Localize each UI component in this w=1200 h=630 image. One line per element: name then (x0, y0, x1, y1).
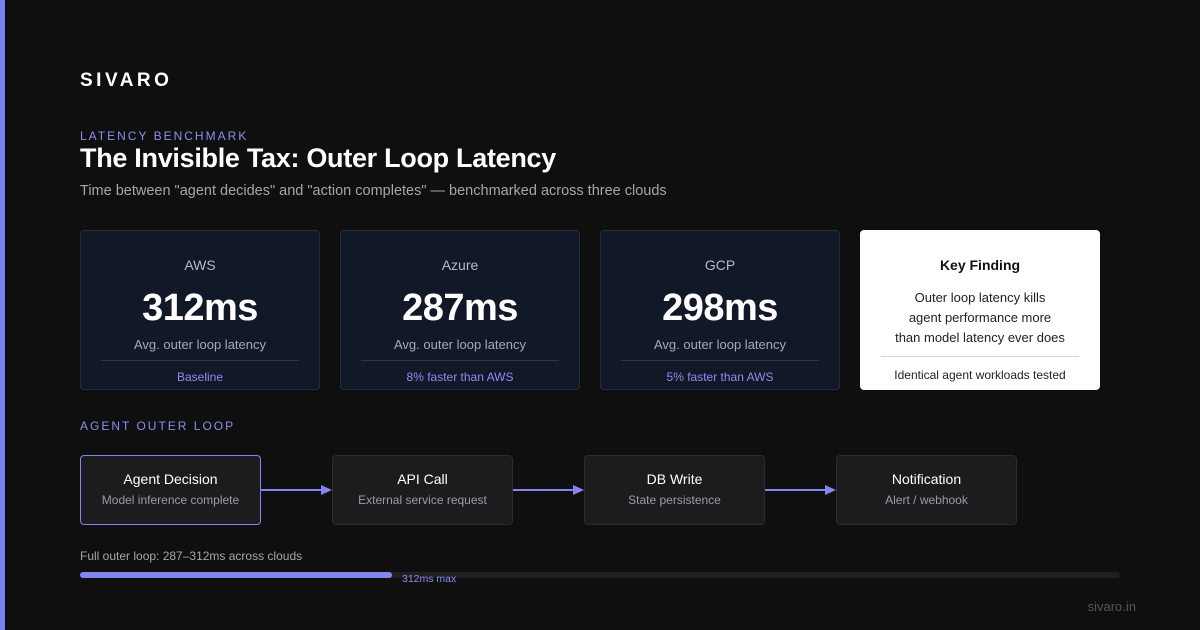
divider (361, 360, 559, 361)
brand-logo: SIVARO (80, 70, 173, 91)
slide: SIVARO LATENCY BENCHMARK The Invisible T… (0, 0, 1200, 630)
step-notification: Notification Alert / webhook (836, 455, 1017, 525)
footer-url: sivaro.in (1087, 599, 1136, 614)
step-description: External service request (358, 493, 487, 507)
cloud-name: AWS (184, 257, 216, 273)
page-subtitle: Time between "agent decides" and "action… (80, 183, 667, 199)
arrow-right-icon (261, 485, 332, 495)
step-description: Alert / webhook (885, 493, 968, 507)
step-title: API Call (397, 471, 448, 487)
section-label: AGENT OUTER LOOP (80, 419, 236, 433)
latency-caption: Avg. outer loop latency (393, 337, 526, 352)
finding-note: Identical agent workloads tested (894, 368, 1066, 382)
cloud-card-gcp: GCP 298ms Avg. outer loop latency 5% fas… (600, 230, 840, 390)
finding-line: agent performance more (908, 310, 1052, 325)
cloud-card-aws: AWS 312ms Avg. outer loop latency Baseli… (80, 230, 320, 390)
step-title: Notification (891, 471, 962, 487)
finding-line: than model latency ever does (895, 330, 1065, 345)
page-title: The Invisible Tax: Outer Loop Latency (80, 143, 556, 173)
finding-body: Outer loop latency kills agent performan… (861, 288, 1099, 348)
latency-caption: Avg. outer loop latency (653, 337, 786, 352)
cloud-card-azure: Azure 287ms Avg. outer loop latency 8% f… (340, 230, 580, 390)
arrow-right-icon (765, 485, 836, 495)
cloud-name: Azure (441, 257, 479, 273)
max-latency-label: 312ms max (402, 573, 457, 585)
step-title: DB Write (646, 471, 703, 487)
step-description: State persistence (628, 493, 721, 507)
latency-value: 287ms (402, 287, 518, 329)
divider (621, 360, 819, 361)
eyebrow-label: LATENCY BENCHMARK (80, 129, 249, 143)
comparison-note: 5% faster than AWS (666, 370, 774, 384)
step-agent-decision: Agent Decision Model inference complete (80, 455, 261, 525)
latency-caption: Avg. outer loop latency (133, 337, 266, 352)
finding-line: Outer loop latency kills (914, 290, 1046, 305)
cloud-name: GCP (704, 257, 736, 273)
latency-progress-track (80, 572, 1120, 578)
key-finding-card: Key Finding Outer loop latency kills age… (860, 230, 1100, 390)
latency-progress-fill (80, 572, 392, 578)
progress-label: Full outer loop: 287–312ms across clouds (80, 549, 303, 563)
arrow-right-icon (513, 485, 584, 495)
accent-bar (0, 0, 5, 630)
comparison-note: 8% faster than AWS (406, 370, 514, 384)
divider (881, 356, 1079, 357)
finding-title: Key Finding (939, 257, 1021, 273)
step-title: Agent Decision (123, 471, 218, 487)
step-db-write: DB Write State persistence (584, 455, 765, 525)
step-api-call: API Call External service request (332, 455, 513, 525)
divider (101, 360, 299, 361)
latency-value: 312ms (142, 287, 258, 329)
latency-value: 298ms (662, 287, 778, 329)
step-description: Model inference complete (101, 493, 240, 507)
comparison-note: Baseline (176, 370, 224, 384)
